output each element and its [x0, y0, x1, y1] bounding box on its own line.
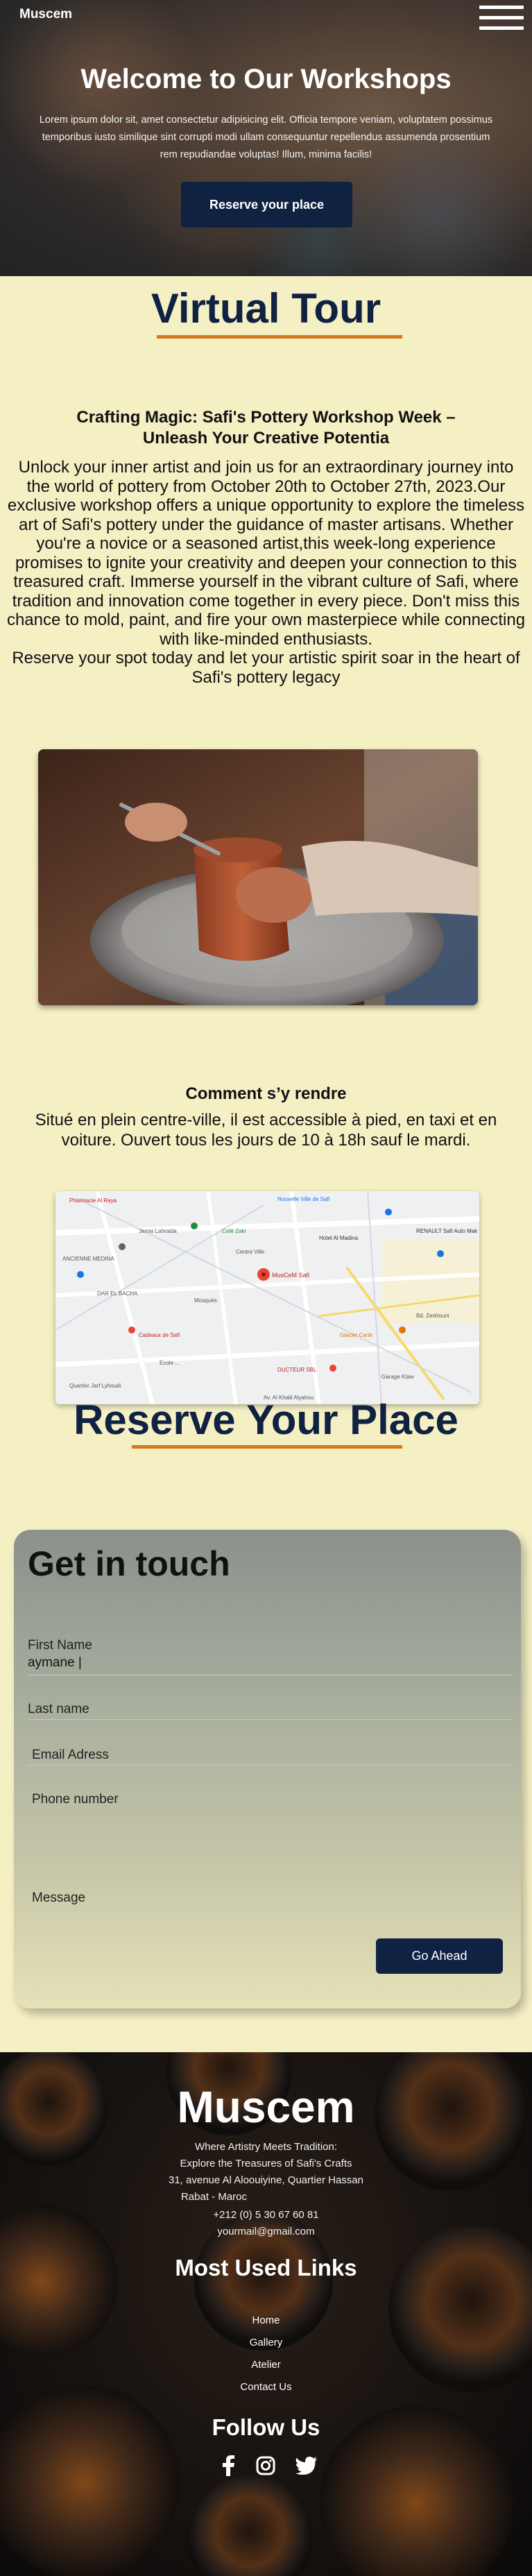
svg-text:Mosquée: Mosquée — [194, 1297, 217, 1304]
map-illustration: MusCeM Safi Pharmacie Al Raya Nouvelle V… — [55, 1191, 479, 1404]
social-links — [221, 2453, 318, 2478]
footer-link-contact[interactable]: Contact Us — [0, 2381, 532, 2393]
hero-description: Lorem ipsum dolor sit, amet consectetur … — [39, 114, 493, 160]
footer-link-atelier[interactable]: Atelier — [0, 2359, 532, 2371]
svg-text:ANCIENNE MEDINA: ANCIENNE MEDINA — [62, 1256, 114, 1262]
virtual-tour-title: Virtual Tour — [151, 285, 381, 332]
svg-text:Ecole ...: Ecole ... — [160, 1360, 180, 1366]
svg-text:Glacier Carte: Glacier Carte — [340, 1332, 373, 1338]
svg-text:DUCTEUR SBL: DUCTEUR SBL — [277, 1367, 317, 1373]
last-name-label: Last name — [28, 1702, 89, 1716]
footer-brand: Muscem — [177, 2082, 355, 2132]
footer-phone[interactable]: +212 (0) 5 30 67 60 81 — [0, 2209, 532, 2221]
email-label: Email Adress — [32, 1748, 109, 1762]
footer-address-city: Rabat - Maroc — [180, 2191, 248, 2203]
title-underline — [132, 1445, 402, 1449]
first-name-input[interactable]: aymane | — [28, 1655, 82, 1671]
hero-section: Muscem Welcome to Our Workshops Lorem ip… — [0, 0, 532, 276]
map-pin-label: MusCeM Safi — [272, 1272, 309, 1279]
last-name-field[interactable]: Last name — [28, 1698, 513, 1720]
form-heading: Get in touch — [28, 1544, 230, 1583]
footer-link-home[interactable]: Home — [0, 2314, 532, 2326]
svg-text:Café Zaki: Café Zaki — [222, 1228, 246, 1234]
svg-text:Nouvelle Ville de Safi: Nouvelle Ville de Safi — [277, 1196, 330, 1202]
svg-text:Hotel Al Madina: Hotel Al Madina — [319, 1235, 359, 1241]
email-field[interactable]: Email Adress — [28, 1743, 513, 1766]
svg-text:Jamia Lahraida: Jamia Lahraida — [139, 1228, 177, 1234]
footer-email[interactable]: yourmail@gmail.com — [0, 2226, 532, 2237]
phone-label: Phone number — [32, 1792, 119, 1807]
facebook-icon[interactable] — [221, 2455, 236, 2476]
svg-text:Bd. Zerktouni: Bd. Zerktouni — [416, 1313, 449, 1319]
workshop-title: Crafting Magic: Safi's Pottery Workshop … — [76, 408, 456, 447]
svg-text:RENAULT Safi Auto Mak: RENAULT Safi Auto Mak — [416, 1228, 478, 1234]
svg-text:Cadeaux de Safi: Cadeaux de Safi — [139, 1332, 180, 1338]
location-map[interactable]: MusCeM Safi Pharmacie Al Raya Nouvelle V… — [55, 1191, 479, 1404]
message-field[interactable]: Message — [28, 1885, 513, 1909]
hero-title: Welcome to Our Workshops — [80, 64, 452, 94]
svg-text:Centre Ville: Centre Ville — [236, 1249, 265, 1255]
footer-address: 31, avenue Al Aloouiyine, Quartier Hassa… — [168, 2174, 363, 2186]
footer-tagline-2: Explore the Treasures of Safi's Crafts — [180, 2158, 352, 2169]
pottery-wheel-photo — [38, 749, 478, 1005]
svg-text:Garage Ktaw: Garage Ktaw — [381, 1374, 414, 1380]
reserve-place-button[interactable]: Reserve your place — [181, 182, 352, 228]
go-ahead-button[interactable]: Go Ahead — [376, 1938, 503, 1974]
most-used-links-title: Most Used Links — [175, 2255, 357, 2280]
how-to-get-there-title: Comment s’y rendre — [185, 1084, 347, 1103]
svg-text:Pharmacie Al Raya: Pharmacie Al Raya — [69, 1197, 117, 1204]
brand-logo[interactable]: Muscem — [19, 7, 72, 22]
title-underline — [157, 335, 402, 339]
workshop-body-text: Unlock your inner artist and join us for… — [6, 458, 526, 649]
svg-text:Quartier Jarf Lyhoudi: Quartier Jarf Lyhoudi — [69, 1383, 121, 1389]
twitter-icon[interactable] — [295, 2457, 318, 2475]
how-to-get-there-text: Situé en plein centre-ville, il est acce… — [35, 1111, 497, 1150]
first-name-field[interactable]: First Name aymane | — [28, 1632, 513, 1675]
reserve-your-place-title: Reserve Your Place — [74, 1397, 458, 1443]
footer: Muscem Where Artistry Meets Tradition: E… — [0, 2052, 532, 2576]
workshop-description: Unlock your inner artist and join us for… — [6, 458, 526, 687]
pottery-photo-illustration — [38, 749, 478, 1005]
instagram-icon[interactable] — [256, 2456, 275, 2475]
footer-tagline: Where Artistry Meets Tradition: — [194, 2141, 338, 2153]
contact-form: Get in touch First Name aymane | Last na… — [14, 1530, 521, 2008]
message-label: Message — [32, 1891, 86, 1905]
workshop-cta-text: Reserve your spot today and let your art… — [12, 649, 520, 687]
hamburger-menu-icon[interactable] — [479, 6, 524, 40]
svg-text:DAR EL BACHA: DAR EL BACHA — [97, 1290, 138, 1297]
footer-link-gallery[interactable]: Gallery — [0, 2337, 532, 2348]
first-name-label: First Name — [28, 1638, 92, 1653]
phone-field[interactable]: Phone number — [28, 1788, 513, 1810]
follow-us-title: Follow Us — [212, 2414, 320, 2440]
